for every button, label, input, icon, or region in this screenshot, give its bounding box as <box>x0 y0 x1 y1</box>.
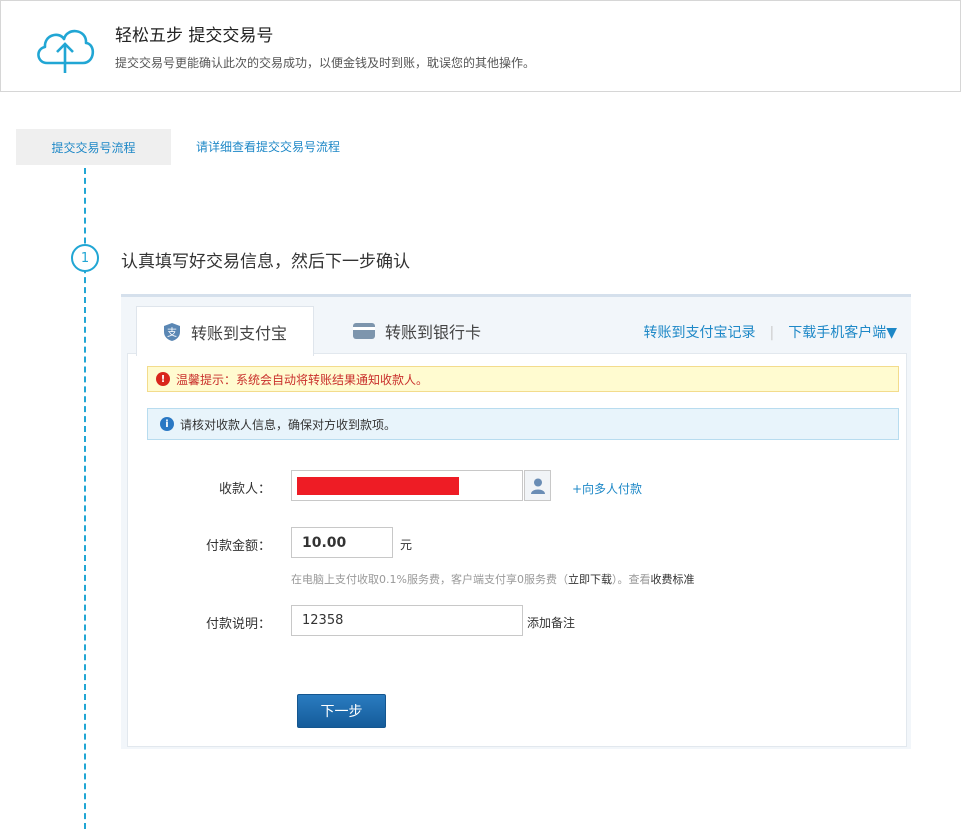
page-title: 轻松五步 提交交易号 <box>115 26 274 46</box>
note-label: 付款说明： <box>205 617 271 632</box>
link-separator: | <box>769 325 775 341</box>
tab-submit-flow[interactable]: 提交交易号流程 <box>16 129 171 165</box>
transfer-panel: 支 转账到支付宝 转账到银行卡 转账到支付宝记录 | 下载手机客户端▼ ! 温馨提示… <box>121 294 911 749</box>
next-step-button[interactable]: 下一步 <box>297 694 386 728</box>
tab-label: 转账到银行卡 <box>385 323 482 342</box>
info-icon: i <box>160 417 174 431</box>
contact-picker-button[interactable] <box>524 470 551 501</box>
flow-detail-link[interactable]: 请详细查看提交交易号流程 <box>196 138 340 155</box>
alipay-records-link[interactable]: 转账到支付宝记录 <box>644 325 756 341</box>
page-header: 轻松五步 提交交易号 提交交易号更能确认此次的交易成功，以便金钱及时到账，耽误您… <box>0 0 961 92</box>
tab-label: 转账到支付宝 <box>190 323 287 343</box>
payee-label: 收款人： <box>218 482 271 497</box>
fee-hint-middle: ）。查看 <box>611 573 651 586</box>
payee-input[interactable] <box>291 470 523 501</box>
amount-input[interactable]: 10.00 <box>291 527 393 558</box>
download-now-link[interactable]: 立即下载 <box>568 573 612 586</box>
add-note-link[interactable]: 添加备注 <box>527 614 575 631</box>
info-notice: i 请核对收款人信息，确保对方收到款项。 <box>147 408 899 440</box>
note-input[interactable]: 12358 <box>291 605 523 636</box>
transfer-form-area: ! 温馨提示：系统会自动将转账结果通知收款人。 i 请核对收款人信息，确保对方收… <box>127 353 907 747</box>
person-icon <box>530 478 545 494</box>
redacted-payee <box>297 477 459 495</box>
fee-hint-prefix: 在电脑上支付收取0.1%服务费，客户端支付享0服务费（ <box>291 573 568 586</box>
amount-label: 付款金额： <box>205 539 271 554</box>
step-title: 认真填写好交易信息，然后下一步确认 <box>121 252 410 272</box>
page-description: 提交交易号更能确认此次的交易成功，以便金钱及时到账，耽误您的其他操作。 <box>115 56 536 70</box>
warning-notice: ! 温馨提示：系统会自动将转账结果通知收款人。 <box>147 366 899 392</box>
info-text: 请核对收款人信息，确保对方收到款项。 <box>180 417 397 432</box>
currency-unit: 元 <box>400 538 413 552</box>
step-number-badge: 1 <box>71 244 99 272</box>
panel-top-links: 转账到支付宝记录 | 下载手机客户端▼ <box>644 322 898 342</box>
warning-icon: ! <box>156 372 170 386</box>
tab-transfer-bank[interactable]: 转账到银行卡 <box>353 306 481 356</box>
warning-text: 温馨提示：系统会自动将转账结果通知收款人。 <box>176 372 429 387</box>
bank-card-icon <box>353 323 375 339</box>
tab-transfer-alipay[interactable]: 支 转账到支付宝 <box>136 306 314 356</box>
svg-text:支: 支 <box>167 327 177 339</box>
download-app-link[interactable]: 下载手机客户端▼ <box>788 325 897 341</box>
fee-standard-link[interactable]: 收费标准 <box>650 573 694 586</box>
fee-hint: 在电脑上支付收取0.1%服务费，客户端支付享0服务费（立即下载）。查看收费标准 <box>291 571 694 587</box>
multi-payee-link[interactable]: +向多人付款 <box>572 480 642 497</box>
cloud-upload-icon <box>37 29 95 73</box>
alipay-shield-icon: 支 <box>163 322 181 342</box>
